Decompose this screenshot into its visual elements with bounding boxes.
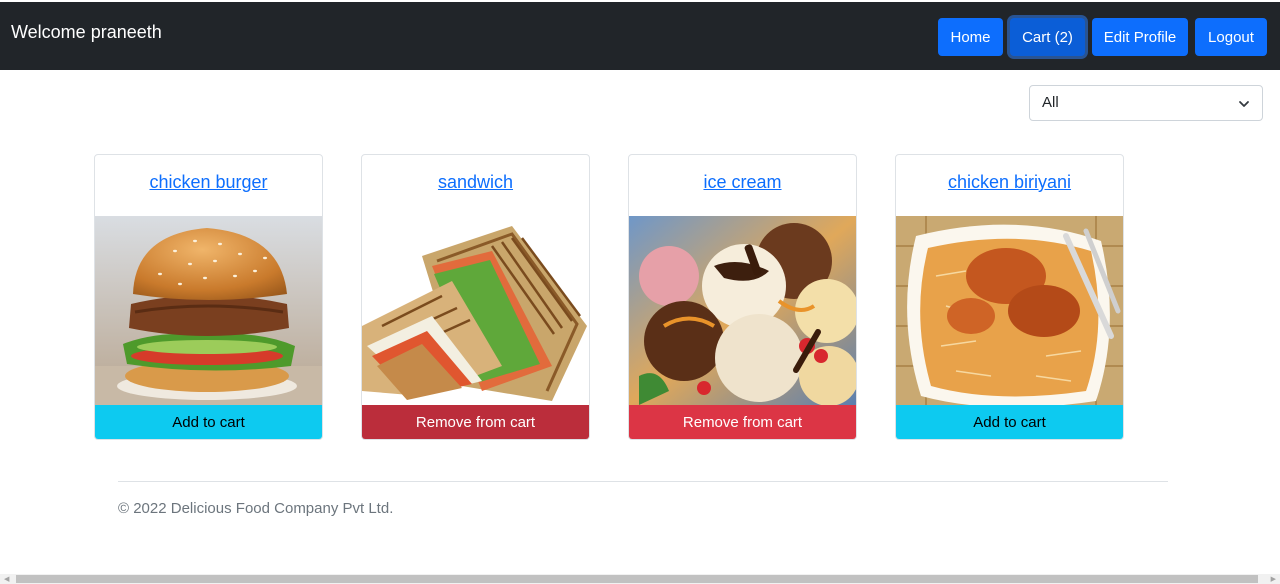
biriyani-image	[896, 216, 1123, 405]
footer-copyright: © 2022 Delicious Food Company Pvt Ltd.	[118, 500, 394, 517]
product-card: sandwich Remove from cart	[361, 154, 590, 440]
product-title-link[interactable]: ice cream	[629, 172, 856, 193]
cart-button[interactable]: Cart (2)	[1010, 18, 1085, 56]
edit-profile-button[interactable]: Edit Profile	[1092, 18, 1188, 56]
burger-image	[95, 216, 322, 405]
product-title-link[interactable]: chicken biriyani	[896, 172, 1123, 193]
chevron-down-icon	[1238, 97, 1250, 114]
category-filter-value: All	[1042, 94, 1059, 111]
top-navbar: Welcome praneeth Home Cart (2) Edit Prof…	[0, 2, 1280, 70]
category-filter-select[interactable]: All	[1029, 85, 1263, 121]
product-card: chicken biriyani Add to cart	[895, 154, 1124, 440]
footer-divider	[118, 481, 1168, 482]
product-title-link[interactable]: sandwich	[362, 172, 589, 193]
product-card: chicken burger Add to cart	[94, 154, 323, 440]
scroll-left-icon[interactable]: ◀	[4, 575, 9, 583]
welcome-text: Welcome praneeth	[11, 22, 162, 42]
add-to-cart-button[interactable]: Add to cart	[896, 405, 1123, 439]
add-to-cart-button[interactable]: Add to cart	[95, 405, 322, 439]
scrollbar-thumb[interactable]	[16, 575, 1258, 583]
logout-button[interactable]: Logout	[1195, 18, 1267, 56]
horizontal-scrollbar[interactable]: ◀ ▶	[0, 574, 1280, 584]
product-card: ice cream Remove from cart	[628, 154, 857, 440]
sandwich-image	[362, 216, 589, 405]
remove-from-cart-button[interactable]: Remove from cart	[362, 405, 589, 439]
home-button[interactable]: Home	[938, 18, 1003, 56]
remove-from-cart-button[interactable]: Remove from cart	[629, 405, 856, 439]
ice-cream-image	[629, 216, 856, 405]
product-title-link[interactable]: chicken burger	[95, 172, 322, 193]
scroll-right-icon[interactable]: ▶	[1271, 575, 1276, 583]
